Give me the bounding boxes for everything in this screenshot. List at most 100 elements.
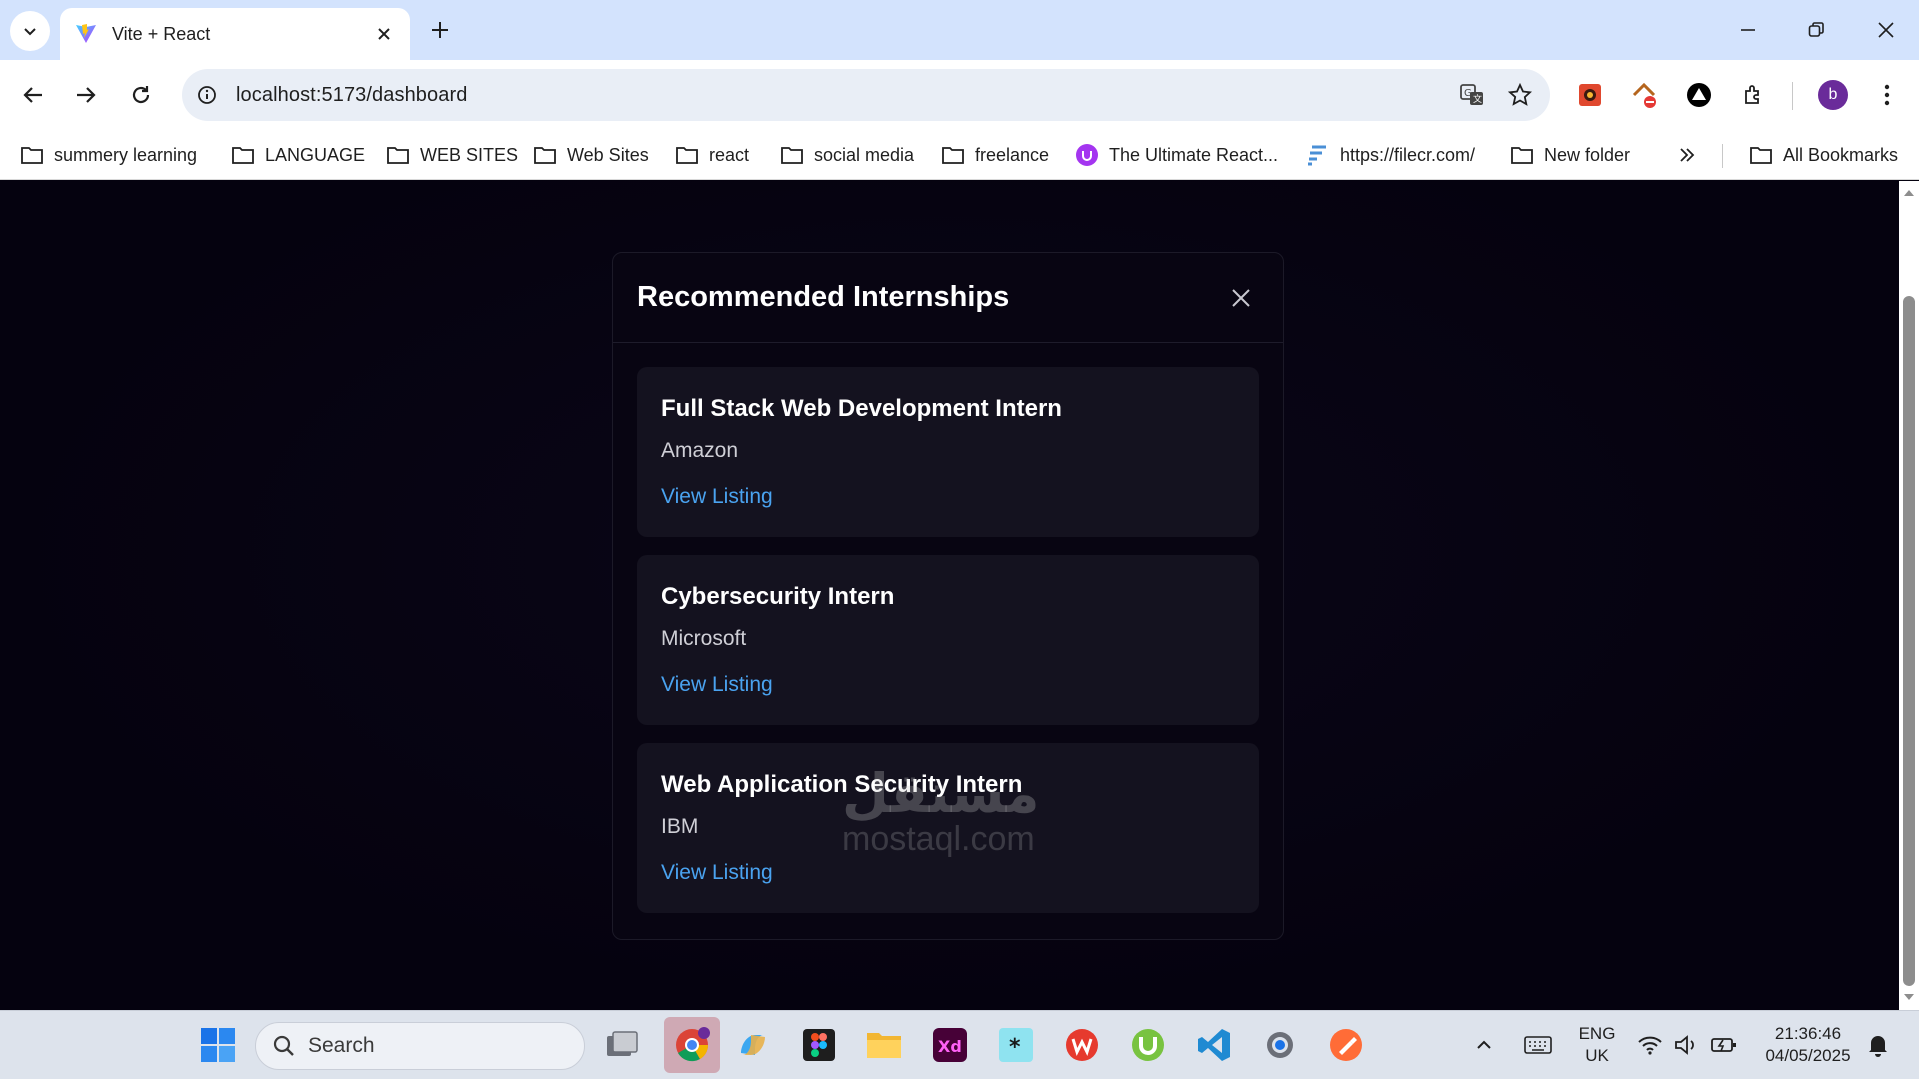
copilot-icon — [741, 1035, 765, 1055]
task-view-icon — [607, 1031, 638, 1056]
show-hidden-icons-button[interactable] — [1467, 1023, 1501, 1067]
browser-toolbar: localhost:5173/dashboard G文 b — [0, 60, 1919, 130]
site-info-button[interactable] — [192, 80, 222, 110]
bookmark-ultimate-react[interactable]: The Ultimate React... — [1075, 140, 1278, 170]
taskbar-search[interactable]: Search — [255, 1022, 585, 1070]
info-icon — [198, 86, 216, 104]
battery-button[interactable] — [1704, 1023, 1744, 1067]
extension-button-2[interactable] — [1624, 75, 1664, 115]
reload-button[interactable] — [121, 75, 161, 115]
wps-icon — [1066, 1029, 1098, 1061]
bookmark-label: Web Sites — [567, 144, 649, 165]
tab-vite-react[interactable]: Vite + React — [60, 8, 410, 60]
scroll-down-arrow-icon[interactable] — [1903, 991, 1915, 1003]
tab-search-button[interactable] — [10, 11, 50, 51]
back-button[interactable] — [13, 75, 53, 115]
copilot-taskbar-button[interactable] — [731, 1023, 775, 1067]
bookmark-label: summery learning — [54, 144, 198, 165]
keyboard-button[interactable] — [1518, 1023, 1558, 1067]
folder-icon — [867, 1033, 901, 1058]
bookmark-filecr[interactable]: https://filecr.com/ — [1306, 140, 1475, 170]
view-listing-link[interactable]: View Listing — [661, 485, 773, 508]
bookmark-label: https://filecr.com/ — [1340, 144, 1476, 165]
bookmark-web-sites-upper[interactable]: WEB SITES — [386, 140, 518, 170]
address-bar[interactable]: localhost:5173/dashboard G文 — [182, 69, 1550, 121]
input-language-indicator[interactable]: ENG UK — [1573, 1023, 1621, 1067]
wifi-button[interactable] — [1630, 1023, 1670, 1067]
snipping-tool-taskbar-button[interactable]: * — [994, 1023, 1038, 1067]
folder-icon — [781, 147, 803, 164]
postman-icon — [1330, 1029, 1362, 1061]
volume-button[interactable] — [1666, 1023, 1706, 1067]
new-tab-button[interactable] — [424, 14, 456, 46]
bookmark-label: LANGUAGE — [265, 144, 366, 165]
url-text[interactable]: localhost:5173/dashboard — [236, 84, 1454, 107]
view-listing-link[interactable]: View Listing — [661, 861, 773, 884]
adobe-xd-icon: Xd — [933, 1028, 967, 1062]
bookmark-freelance[interactable]: freelance — [941, 140, 1049, 170]
minimize-icon — [1741, 29, 1755, 31]
puzzle-icon — [1745, 85, 1759, 104]
bookmark-summery-learning[interactable]: summery learning — [20, 140, 197, 170]
settings-taskbar-button[interactable] — [1258, 1023, 1302, 1067]
wps-office-taskbar-button[interactable] — [1060, 1023, 1104, 1067]
bookmark-label: social media — [814, 144, 915, 165]
bookmark-social-media[interactable]: social media — [780, 140, 914, 170]
reload-icon — [132, 86, 150, 104]
asterisk-app-icon: * — [999, 1028, 1033, 1062]
translate-button[interactable]: G文 — [1454, 77, 1490, 113]
profile-button[interactable]: b — [1813, 75, 1853, 115]
restore-button[interactable] — [1796, 10, 1836, 50]
svg-text:Xd: Xd — [938, 1037, 962, 1056]
toolbar-divider — [1792, 82, 1793, 110]
bookmark-language[interactable]: LANGUAGE — [231, 140, 365, 170]
bookmarks-overflow-button[interactable] — [1678, 140, 1706, 170]
all-bookmarks-button[interactable]: All Bookmarks — [1749, 140, 1898, 170]
scrollbar-thumb[interactable] — [1903, 296, 1915, 986]
extension-button-3[interactable] — [1679, 75, 1719, 115]
minimize-button[interactable] — [1728, 10, 1768, 50]
clock-date: 04/05/2025 — [1765, 1046, 1851, 1065]
close-window-button[interactable] — [1866, 10, 1906, 50]
extension-button-1[interactable] — [1570, 75, 1610, 115]
modal-header: Recommended Internships — [613, 253, 1283, 343]
postman-taskbar-button[interactable] — [1324, 1023, 1368, 1067]
utorrent-taskbar-button[interactable] — [1126, 1023, 1170, 1067]
browser-menu-button[interactable] — [1867, 75, 1907, 115]
figma-taskbar-button[interactable] — [797, 1023, 841, 1067]
adobe-xd-taskbar-button[interactable]: Xd — [928, 1023, 972, 1067]
close-icon — [378, 28, 390, 40]
view-listing-link[interactable]: View Listing — [661, 673, 773, 696]
page-viewport: Recommended Internships Full Stack Web D… — [0, 181, 1899, 1010]
clock-time: 21:36:46 — [1774, 1024, 1842, 1043]
clock[interactable]: 21:36:46 04/05/2025 — [1758, 1023, 1858, 1067]
tab-close-button[interactable] — [372, 22, 396, 46]
modal-title: Recommended Internships — [637, 281, 1010, 313]
filecr-icon — [1308, 145, 1326, 166]
utorrent-icon — [1132, 1029, 1164, 1061]
forward-button[interactable] — [66, 75, 106, 115]
vscode-taskbar-button[interactable] — [1192, 1023, 1236, 1067]
modal-close-button[interactable] — [1223, 280, 1259, 316]
listing-title: Cybersecurity Intern — [661, 583, 895, 610]
tab-strip: Vite + React — [0, 0, 1919, 60]
bookmark-star-button[interactable] — [1502, 77, 1538, 113]
start-button[interactable] — [196, 1023, 240, 1067]
bookmark-web-sites[interactable]: Web Sites — [533, 140, 649, 170]
taskbar-search-placeholder: Search — [308, 1034, 375, 1057]
page-scrollbar[interactable] — [1899, 181, 1919, 1010]
bookmark-label: The Ultimate React... — [1109, 144, 1279, 165]
bookmark-react[interactable]: react — [675, 140, 749, 170]
file-explorer-taskbar-button[interactable] — [862, 1023, 906, 1067]
listing-card: Full Stack Web Development Intern Amazon… — [637, 367, 1259, 537]
chrome-taskbar-button[interactable] — [664, 1017, 720, 1073]
notifications-button[interactable] — [1858, 1023, 1898, 1067]
bell-icon — [1869, 1036, 1887, 1057]
bookmark-label: WEB SITES — [420, 144, 519, 165]
chevron-down-icon — [24, 28, 36, 36]
bookmark-new-folder[interactable]: New folder — [1510, 140, 1630, 170]
task-view-button[interactable] — [600, 1023, 644, 1067]
extensions-menu-button[interactable] — [1734, 75, 1774, 115]
double-chevron-right-icon — [1680, 148, 1695, 162]
scroll-up-arrow-icon[interactable] — [1903, 187, 1915, 199]
